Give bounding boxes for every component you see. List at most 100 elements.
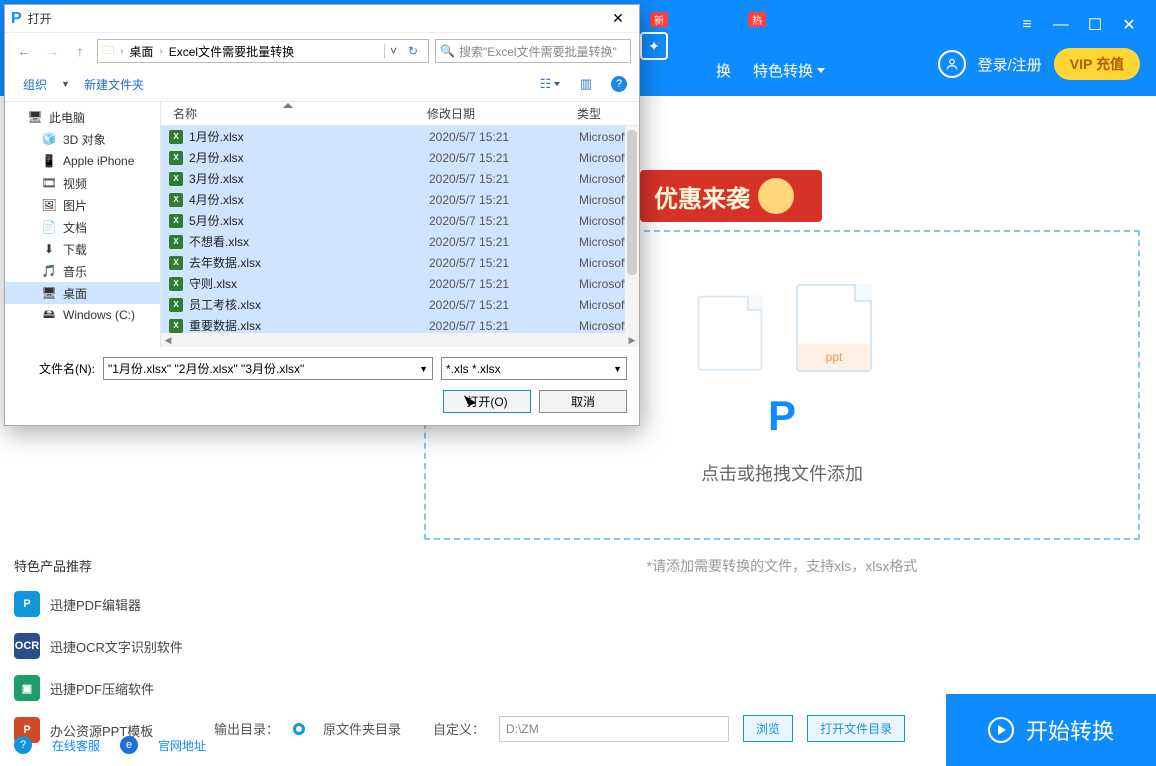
crumb-desktop[interactable]: 桌面 xyxy=(125,43,157,60)
new-folder-button[interactable]: 新建文件夹 xyxy=(84,76,144,93)
search-box[interactable]: 🔍 搜索"Excel文件需要批量转换" xyxy=(435,39,631,63)
custom-path-input[interactable] xyxy=(499,716,729,742)
xlsx-icon: X xyxy=(169,235,183,249)
refresh-button[interactable]: ↻ xyxy=(402,44,424,58)
file-row[interactable]: X不想看.xlsx2020/5/7 15:21Microsoft xyxy=(161,231,639,252)
preview-pane-button[interactable]: ▥ xyxy=(575,73,597,95)
xlsx-icon: X xyxy=(169,151,183,165)
recommend-item[interactable]: P迅捷PDF编辑器 xyxy=(0,583,210,625)
vip-button[interactable]: VIP 充值 xyxy=(1054,48,1140,80)
desktop-icon: 🖥 xyxy=(41,285,57,301)
open-button[interactable]: 打开(O) xyxy=(443,390,531,413)
recommend-panel: 特色产品推荐 P迅捷PDF编辑器OCR迅捷OCR文字识别软件▣迅捷PDF压缩软件… xyxy=(0,548,210,751)
folder-tree: 🖥此电脑🧊3D 对象📱Apple iPhone🎞视频🖼图片📄文档⬇下载🎵音乐🖥桌… xyxy=(5,102,161,347)
product-name: 迅捷PDF压缩软件 xyxy=(50,679,154,698)
tab-convert[interactable]: ✦ xyxy=(640,32,668,64)
site-link[interactable]: 官网地址 xyxy=(158,737,206,754)
menu-icon[interactable]: ≡ xyxy=(1016,14,1038,36)
tree-item[interactable]: 🎵音乐 xyxy=(5,260,160,282)
tab-special-convert[interactable]: 换 xyxy=(716,60,731,81)
tree-item[interactable]: 🖥此电脑 xyxy=(5,106,160,128)
dialog-title: 打开 xyxy=(28,10,603,27)
mouse-cursor-icon xyxy=(466,393,479,411)
music-icon: 🎵 xyxy=(41,263,57,279)
start-convert-button[interactable]: 开始转换 xyxy=(946,694,1156,766)
organize-menu[interactable]: 组织 xyxy=(23,76,47,93)
file-row[interactable]: X去年数据.xlsx2020/5/7 15:21Microsoft xyxy=(161,252,639,273)
pc-icon: 🖥 xyxy=(27,109,43,125)
dialog-close-button[interactable]: ✕ xyxy=(603,10,633,27)
product-icon: P xyxy=(14,591,40,617)
output-mode: 原文件夹目录 xyxy=(323,719,401,738)
tab-special[interactable]: 特色转换 xyxy=(753,60,825,81)
help-button[interactable]: ? xyxy=(611,76,627,92)
tree-item[interactable]: 📱Apple iPhone xyxy=(5,150,160,172)
nav-up-button[interactable]: ↑ xyxy=(69,40,91,62)
xlsx-icon: X xyxy=(169,256,183,270)
drive-icon: 🖴 xyxy=(41,307,57,323)
video-icon: 🎞 xyxy=(41,175,57,191)
file-row[interactable]: X2月份.xlsx2020/5/7 15:21Microsoft xyxy=(161,147,639,168)
file-row[interactable]: X重要数据.xlsx2020/5/7 15:21Microsoft xyxy=(161,315,639,333)
crumb-folder[interactable]: Excel文件需要批量转换 xyxy=(165,43,298,60)
tree-item[interactable]: 🖼图片 xyxy=(5,194,160,216)
folder-icon: 🗀 xyxy=(102,41,114,62)
vertical-scrollbar[interactable] xyxy=(625,126,639,333)
file-row[interactable]: X员工考核.xlsx2020/5/7 15:21Microsoft xyxy=(161,294,639,315)
breadcrumb[interactable]: 🗀 › 桌面 › Excel文件需要批量转换 ˅ ↻ xyxy=(97,39,429,63)
close-icon[interactable]: ✕ xyxy=(1118,14,1140,36)
tree-item[interactable]: 🎞视频 xyxy=(5,172,160,194)
app-logo-small-icon: P xyxy=(11,10,22,28)
view-menu[interactable]: ☷ xyxy=(539,73,561,95)
footer-links: ? 在线客服 e 官网地址 xyxy=(14,736,206,754)
recommend-item[interactable]: OCR迅捷OCR文字识别软件 xyxy=(0,625,210,667)
file-row[interactable]: X4月份.xlsx2020/5/7 15:21Microsoft xyxy=(161,189,639,210)
play-icon xyxy=(988,717,1014,743)
minimize-icon[interactable]: — xyxy=(1050,14,1072,36)
search-placeholder: 搜索"Excel文件需要批量转换" xyxy=(459,43,617,60)
nav-fwd-button[interactable]: → xyxy=(41,40,63,62)
file-type-filter[interactable]: *.xls *.xlsx ▼ xyxy=(441,357,627,380)
open-file-dialog: P 打开 ✕ ← → ↑ 🗀 › 桌面 › Excel文件需要批量转换 ˅ ↻ … xyxy=(4,4,640,426)
cancel-button[interactable]: 取消 xyxy=(539,390,627,413)
file-list: 名称 修改日期 类型 X1月份.xlsx2020/5/7 15:21Micros… xyxy=(161,102,639,347)
browse-button[interactable]: 浏览 xyxy=(743,715,793,742)
sort-caret-icon xyxy=(283,103,293,108)
3d-icon: 🧊 xyxy=(41,131,57,147)
ie-icon: e xyxy=(120,736,138,754)
file-row[interactable]: X守则.xlsx2020/5/7 15:21Microsoft xyxy=(161,273,639,294)
recommend-title: 特色产品推荐 xyxy=(0,548,210,583)
tree-item[interactable]: 🖴Windows (C:) xyxy=(5,304,160,326)
nav-back-button[interactable]: ← xyxy=(13,40,35,62)
path-dropdown[interactable]: ˅ xyxy=(384,44,402,58)
promo-banner[interactable]: 优惠来袭 xyxy=(640,170,822,222)
xlsx-icon: X xyxy=(169,319,183,333)
col-type[interactable]: 类型 xyxy=(565,105,625,122)
maximize-icon[interactable]: ☐ xyxy=(1084,14,1106,36)
tree-item[interactable]: ⬇下载 xyxy=(5,238,160,260)
col-name[interactable]: 名称 xyxy=(161,105,415,122)
filename-input[interactable]: "1月份.xlsx" "2月份.xlsx" "3月份.xlsx" ▼ xyxy=(103,357,433,380)
open-folder-button[interactable]: 打开文件目录 xyxy=(807,715,905,742)
list-header: 名称 修改日期 类型 xyxy=(161,102,639,126)
file-row[interactable]: X1月份.xlsx2020/5/7 15:21Microsoft xyxy=(161,126,639,147)
file-row[interactable]: X5月份.xlsx2020/5/7 15:21Microsoft xyxy=(161,210,639,231)
chevron-down-icon[interactable]: ▼ xyxy=(419,364,428,374)
xlsx-icon: X xyxy=(169,214,183,228)
tree-item[interactable]: 🧊3D 对象 xyxy=(5,128,160,150)
tree-item[interactable]: 🖥桌面 xyxy=(5,282,160,304)
radio-original-folder[interactable] xyxy=(293,723,305,735)
login-link[interactable]: 登录/注册 xyxy=(978,54,1042,75)
image-icon: 🖼 xyxy=(41,197,57,213)
col-date[interactable]: 修改日期 xyxy=(415,105,565,122)
chevron-down-icon[interactable]: ▼ xyxy=(613,364,622,374)
horizontal-scrollbar[interactable]: ◀▶ xyxy=(161,333,639,347)
tree-item[interactable]: 📄文档 xyxy=(5,216,160,238)
file-row[interactable]: X3月份.xlsx2020/5/7 15:21Microsoft xyxy=(161,168,639,189)
chevron-down-icon xyxy=(817,68,825,73)
custom-label: 自定义： xyxy=(433,719,485,738)
doc-icon-ppt: ppt xyxy=(796,284,872,372)
recommend-item[interactable]: ▣迅捷PDF压缩软件 xyxy=(0,667,210,709)
chat-link[interactable]: 在线客服 xyxy=(52,737,100,754)
badge-new: 新 xyxy=(650,12,668,27)
